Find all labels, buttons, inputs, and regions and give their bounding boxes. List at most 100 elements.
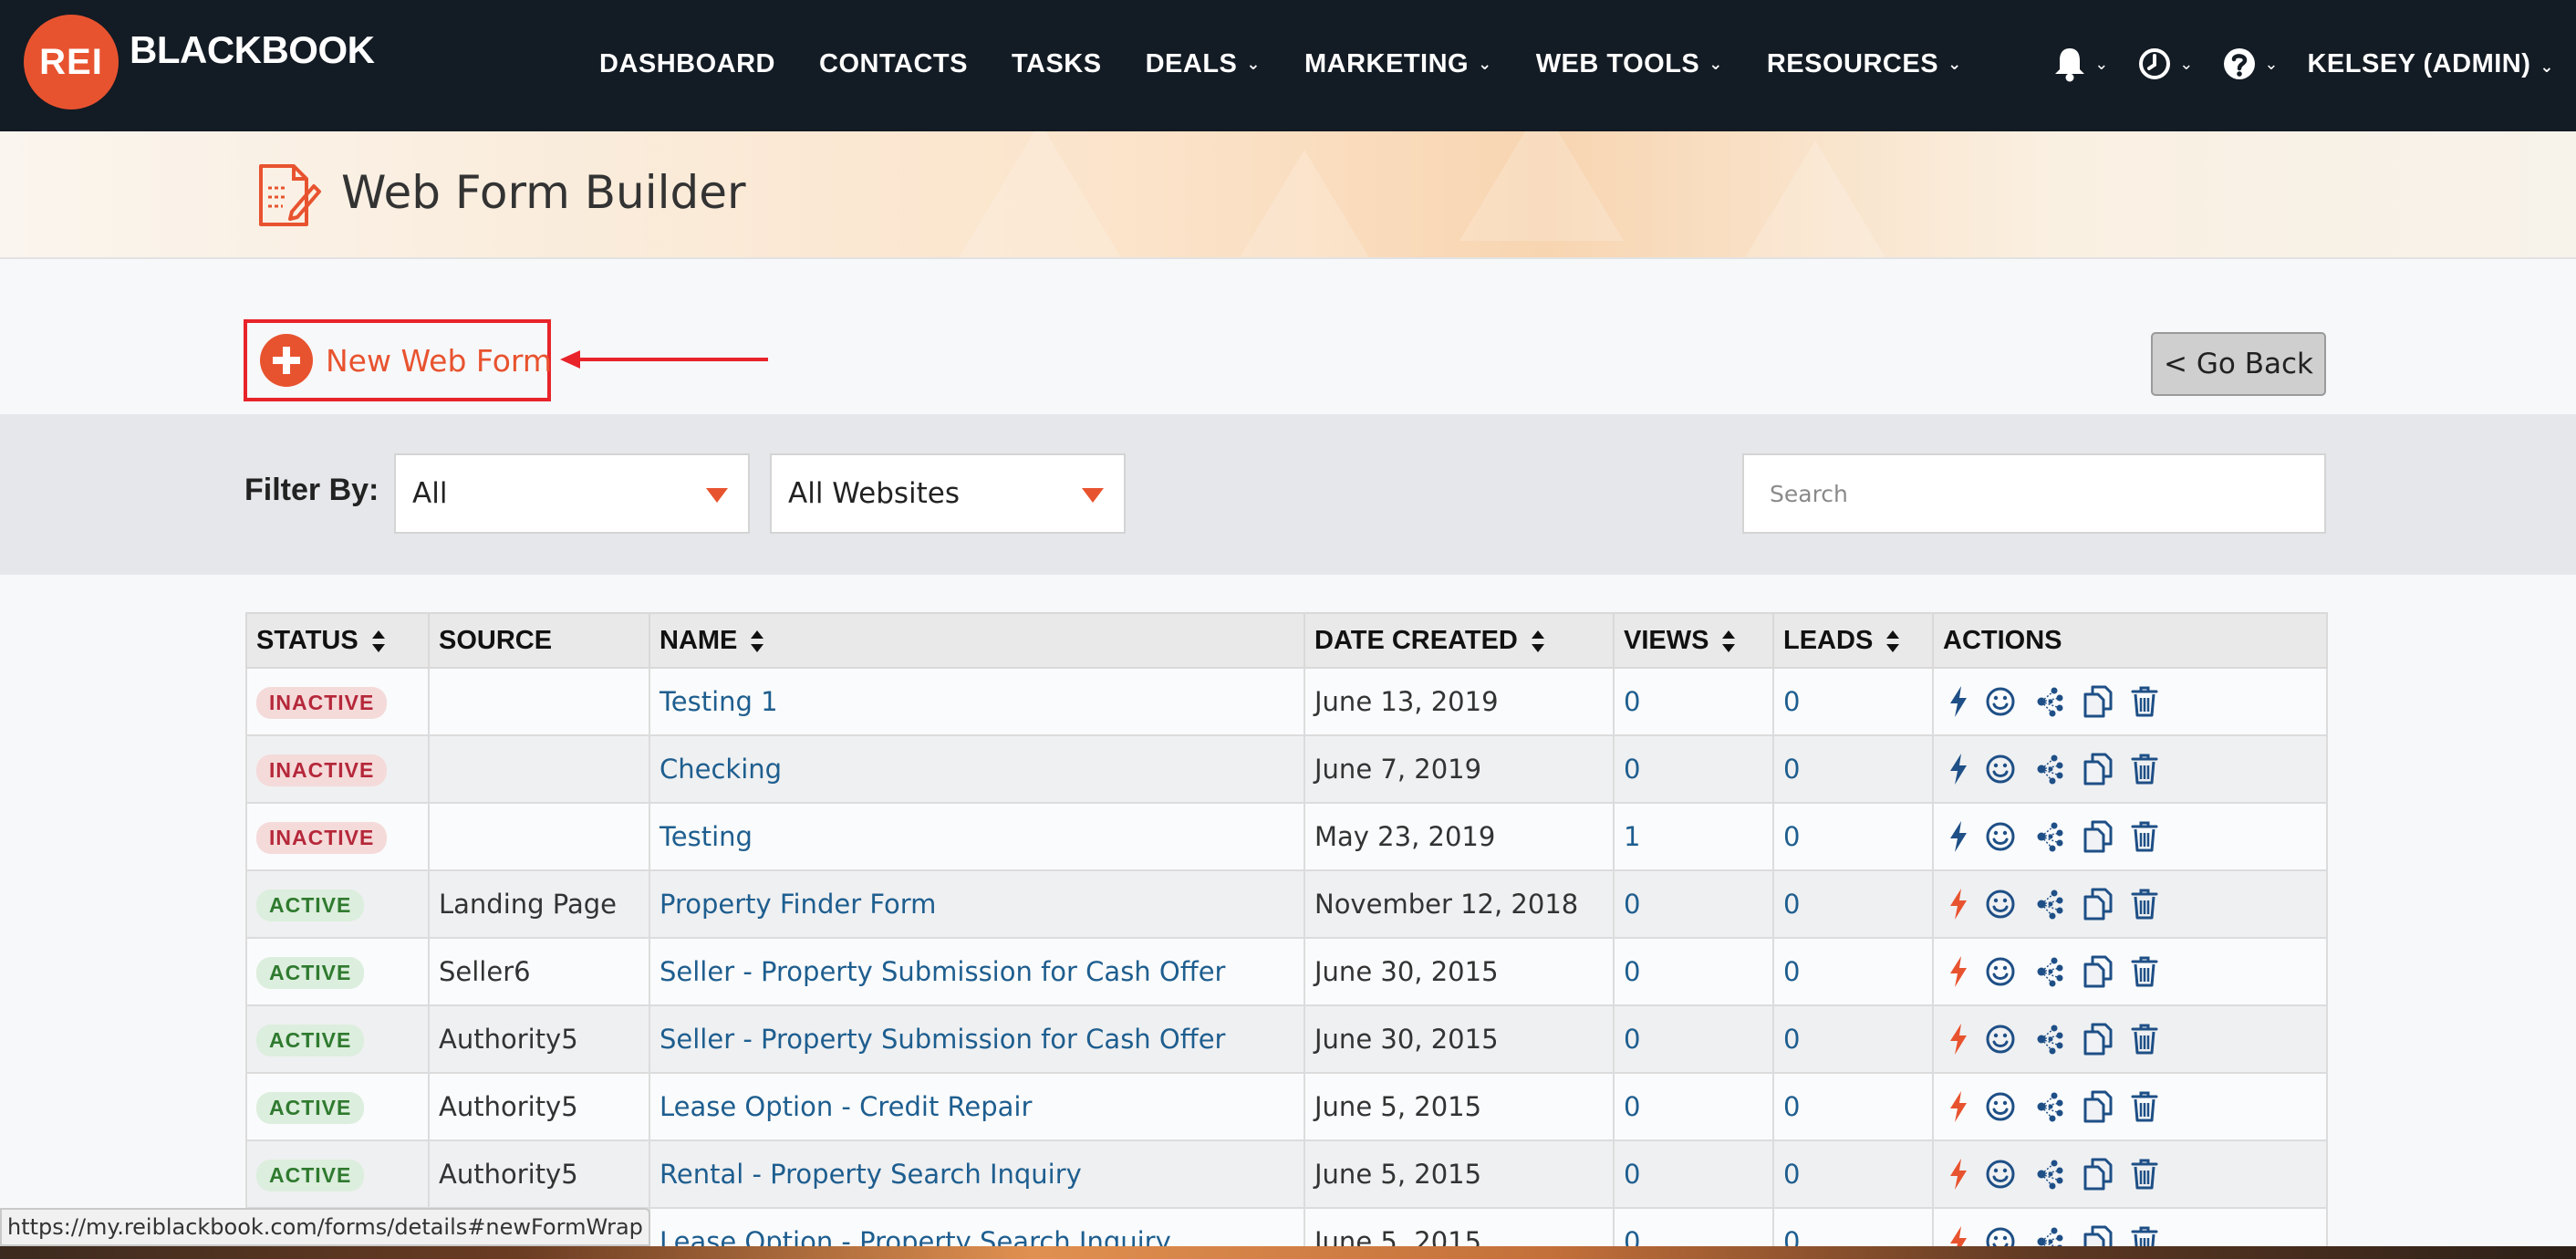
lightning-icon[interactable] [1948, 820, 1968, 853]
column-header-source: SOURCE [428, 612, 650, 669]
share-icon[interactable] [2032, 1159, 2065, 1190]
column-header-views[interactable]: VIEWS [1613, 612, 1774, 669]
form-name-link[interactable]: Checking [660, 754, 782, 785]
recent-history-button[interactable]: ⌄ [2137, 47, 2193, 81]
column-header-actions: ACTIONS [1932, 612, 2328, 669]
source-cell: Seller6 [428, 937, 650, 1006]
status-filter-value: All [412, 477, 448, 510]
status-bar-url: https://my.reiblackbook.com/forms/detail… [0, 1208, 650, 1246]
website-filter-select[interactable]: All Websites [770, 453, 1126, 534]
copy-icon[interactable] [2082, 888, 2114, 921]
source-cell [428, 802, 650, 871]
smiley-icon[interactable] [1985, 1091, 2016, 1122]
copy-icon[interactable] [2082, 1023, 2114, 1056]
copy-icon[interactable] [2082, 1158, 2114, 1191]
nav-item-contacts[interactable]: CONTACTS [819, 49, 968, 79]
search-input[interactable] [1742, 453, 2326, 534]
lightning-icon[interactable] [1948, 1090, 1968, 1123]
form-document-icon [255, 159, 321, 236]
copy-icon[interactable] [2082, 1090, 2114, 1123]
share-icon[interactable] [2032, 1091, 2065, 1122]
form-name-link[interactable]: Seller - Property Submission for Cash Of… [660, 956, 1225, 987]
form-name-link[interactable]: Rental - Property Search Inquiry [660, 1159, 1082, 1190]
header-label: LEADS [1783, 625, 1874, 655]
share-icon[interactable] [2032, 821, 2065, 852]
form-name-link[interactable]: Property Finder Form [660, 889, 936, 920]
views-count: 0 [1624, 889, 1641, 920]
smiley-icon[interactable] [1985, 686, 2016, 717]
column-header-name[interactable]: NAME [649, 612, 1305, 669]
logo[interactable]: REI BLACKBOOK [24, 15, 375, 109]
share-icon[interactable] [2032, 889, 2065, 920]
smiley-icon[interactable] [1985, 956, 2016, 987]
views-cell: 0 [1613, 1004, 1774, 1074]
nav-right-tools: ⌄ ⌄ ⌄ KELSEY (ADMIN) ⌄ [2052, 0, 2554, 128]
column-header-date-created[interactable]: DATE CREATED [1304, 612, 1615, 669]
status-filter-select[interactable]: All [394, 453, 750, 534]
trash-icon[interactable] [2131, 1091, 2158, 1122]
trash-icon[interactable] [2131, 686, 2158, 717]
header-label: STATUS [256, 625, 358, 655]
share-icon[interactable] [2032, 686, 2065, 717]
nav-item-web-tools[interactable]: WEB TOOLS ⌄ [1536, 49, 1723, 79]
copy-icon[interactable] [2082, 753, 2114, 786]
lightning-icon[interactable] [1948, 753, 1968, 786]
column-header-leads[interactable]: LEADS [1772, 612, 1934, 669]
trash-icon[interactable] [2131, 889, 2158, 920]
smiley-icon[interactable] [1985, 889, 2016, 920]
trash-icon[interactable] [2131, 821, 2158, 852]
lightning-icon[interactable] [1948, 1158, 1968, 1191]
nav-item-resources[interactable]: RESOURCES ⌄ [1767, 49, 1962, 79]
smiley-icon[interactable] [1985, 754, 2016, 785]
views-cell: 0 [1613, 667, 1774, 736]
table-row: INACTIVE Testing 1 June 13, 2019 0 0 [245, 667, 2328, 736]
nav-item-tasks[interactable]: TASKS [1012, 49, 1102, 79]
table-row: INACTIVE Checking June 7, 2019 0 0 [245, 734, 2328, 804]
name-cell: Seller - Property Submission for Cash Of… [649, 937, 1305, 1006]
form-name-link[interactable]: Testing [660, 821, 753, 852]
chevron-down-icon: ⌄ [2540, 57, 2554, 76]
new-web-form-button[interactable]: New Web Form [244, 319, 552, 401]
column-header-status[interactable]: STATUS [245, 612, 430, 669]
trash-icon[interactable] [2131, 1159, 2158, 1190]
nav-item-deals[interactable]: DEALS ⌄ [1146, 49, 1261, 79]
help-button[interactable]: ⌄ [2222, 47, 2278, 81]
smiley-icon[interactable] [1985, 1159, 2016, 1190]
smiley-icon[interactable] [1985, 1024, 2016, 1055]
status-cell: INACTIVE [245, 802, 430, 871]
nav-item-marketing[interactable]: MARKETING ⌄ [1304, 49, 1492, 79]
smiley-icon[interactable] [1985, 821, 2016, 852]
lightning-icon[interactable] [1948, 1023, 1968, 1056]
nav-label: TASKS [1011, 48, 1102, 78]
trash-icon[interactable] [2131, 754, 2158, 785]
lightning-icon[interactable] [1948, 888, 1968, 921]
copy-icon[interactable] [2082, 820, 2114, 853]
dropdown-arrow-icon [1082, 488, 1104, 503]
header-label: SOURCE [439, 625, 553, 655]
status-cell: ACTIVE [245, 1139, 430, 1209]
user-name: KELSEY (ADMIN) [2307, 48, 2531, 78]
user-menu[interactable]: KELSEY (ADMIN) ⌄ [2307, 49, 2554, 79]
actions-cell [1932, 1004, 2328, 1074]
form-name-link[interactable]: Lease Option - Credit Repair [660, 1091, 1032, 1122]
share-icon[interactable] [2032, 754, 2065, 785]
chevron-down-icon: ⌄ [2179, 54, 2194, 73]
views-count: 0 [1624, 754, 1641, 785]
share-icon[interactable] [2032, 956, 2065, 987]
lightning-icon[interactable] [1948, 685, 1968, 718]
notifications-button[interactable]: ⌄ [2052, 46, 2108, 82]
banner-decoration [1459, 131, 1624, 241]
form-name-link[interactable]: Testing 1 [660, 686, 778, 717]
leads-cell: 0 [1772, 937, 1934, 1006]
trash-icon[interactable] [2131, 956, 2158, 987]
nav-item-dashboard[interactable]: DASHBOARD [599, 49, 775, 79]
actions-cell [1932, 869, 2328, 939]
copy-icon[interactable] [2082, 685, 2114, 718]
actions-cell [1932, 802, 2328, 871]
copy-icon[interactable] [2082, 955, 2114, 988]
go-back-button[interactable]: < Go Back [2151, 332, 2326, 396]
trash-icon[interactable] [2131, 1024, 2158, 1055]
lightning-icon[interactable] [1948, 955, 1968, 988]
form-name-link[interactable]: Seller - Property Submission for Cash Of… [660, 1024, 1225, 1055]
share-icon[interactable] [2032, 1024, 2065, 1055]
